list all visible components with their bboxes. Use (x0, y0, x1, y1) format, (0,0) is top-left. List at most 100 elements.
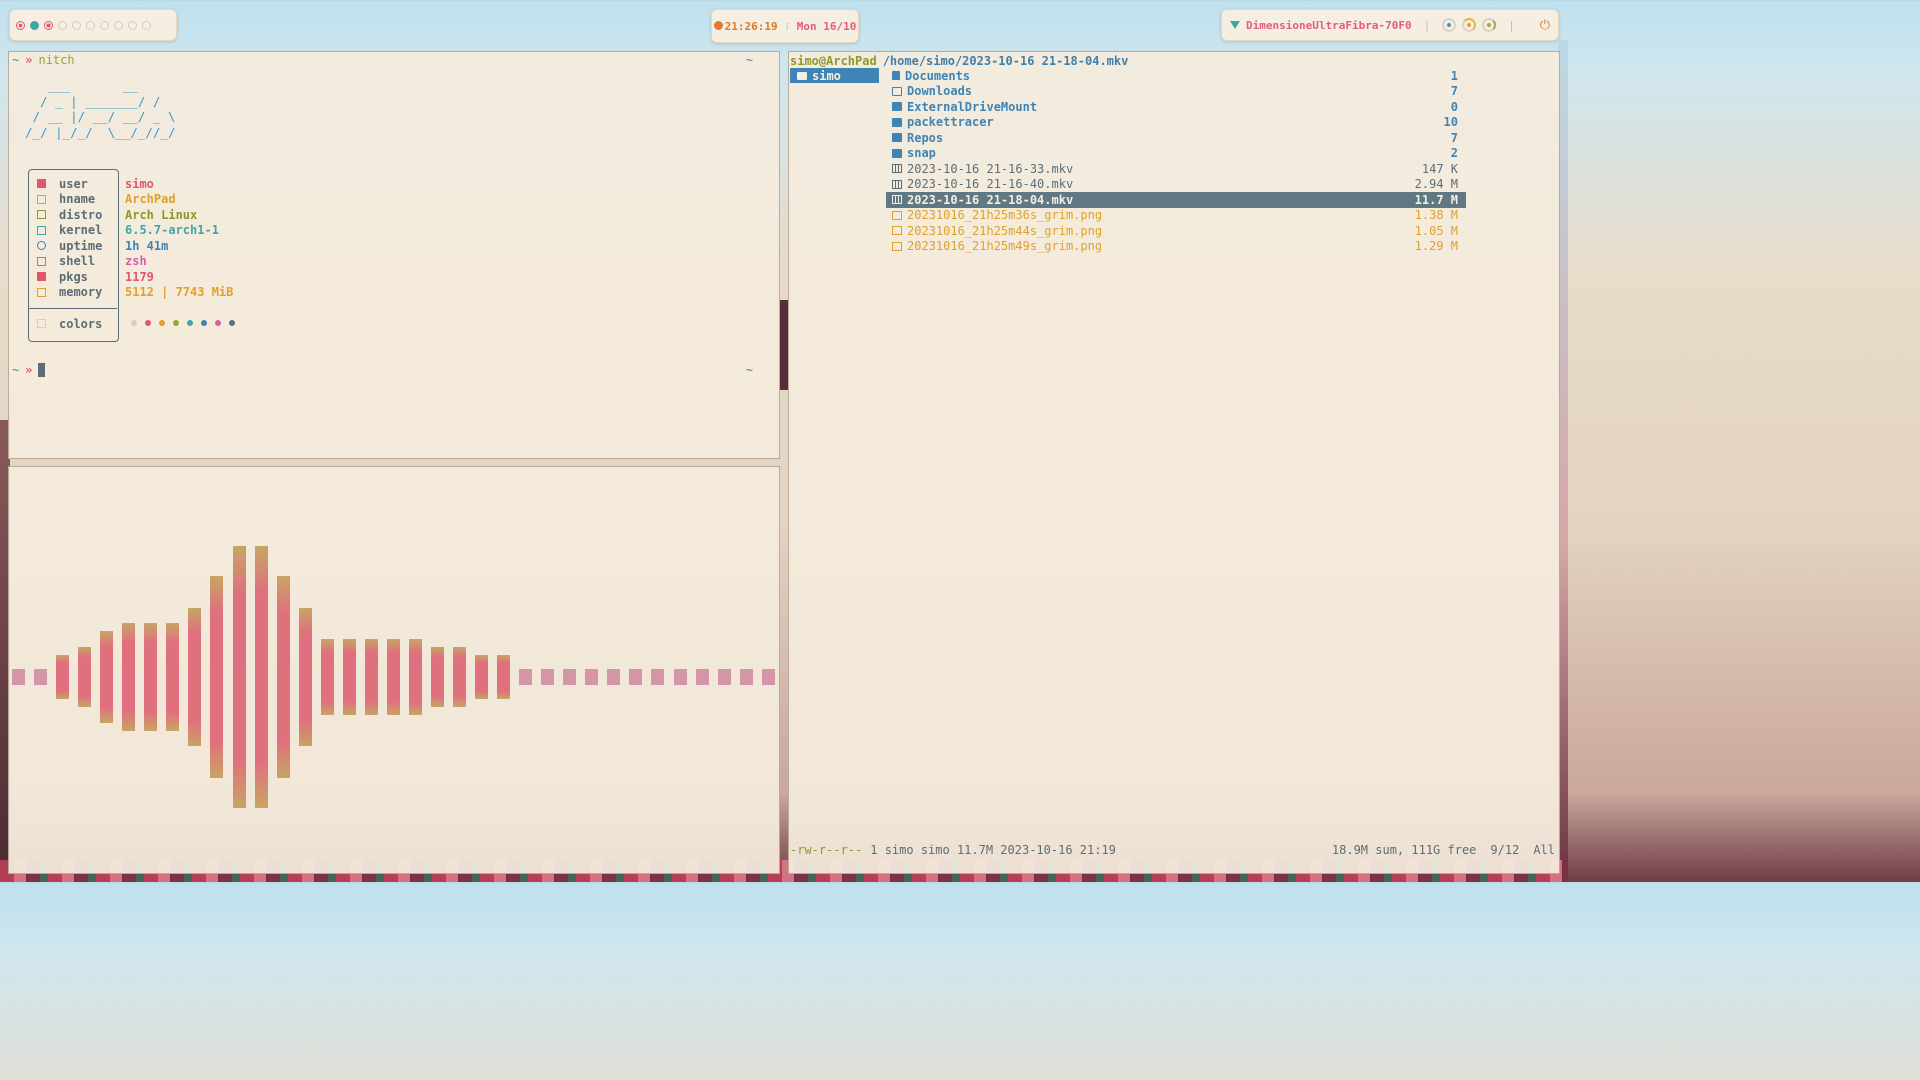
workspace-8-indicator[interactable] (114, 20, 123, 30)
visualizer-bar (739, 669, 753, 685)
file-row[interactable]: 2023-10-16 21-16-33.mkv 147 K (886, 161, 1466, 177)
network-ssid[interactable]: DimensioneUltraFibra-70F0 (1246, 19, 1412, 32)
visualizer-bar (651, 669, 665, 685)
tray-module: DimensioneUltraFibra-70F0 | | ⏻ (1221, 9, 1559, 41)
clock-date: Mon 16/10 (796, 19, 857, 33)
cpu-ring-icon[interactable] (1442, 18, 1457, 32)
image-icon (892, 226, 902, 236)
disk-ring-icon[interactable] (1482, 18, 1497, 32)
file-size: 2.94 M (1414, 177, 1458, 192)
prompt-tilde: ~ (12, 53, 20, 67)
visualizer-bar (100, 631, 114, 723)
visualizer-bar (342, 639, 356, 715)
workspace-6-indicator[interactable] (86, 20, 95, 30)
download-folder-icon (892, 86, 902, 96)
info-value-uptime: 1h 41m (125, 238, 169, 253)
file-name: 20231016_21h25m44s_grim.png (907, 223, 1103, 238)
visualizer-bar (210, 576, 224, 778)
workspace-9-indicator[interactable] (128, 20, 137, 30)
file-row[interactable]: ExternalDriveMount 0 (886, 99, 1466, 115)
document-folder-icon (892, 71, 900, 81)
file-size: 2 (1450, 146, 1458, 161)
visualizer-bar (276, 576, 290, 778)
visualizer-bar (453, 646, 466, 708)
folder-icon (892, 102, 902, 112)
file-row[interactable]: 20231016_21h25m49s_grim.png 1.29 M (886, 239, 1466, 255)
visualizer-bar (34, 669, 48, 685)
disk-summary: 18.9M sum, 111G free (1331, 843, 1477, 857)
file-size: 7 (1450, 130, 1458, 145)
info-key-hname: hname (59, 192, 96, 206)
terminal-window[interactable]: ~ » nitch ~ ___ __ / _ | _______/ / / __… (8, 51, 780, 459)
workspace-2-indicator[interactable] (30, 20, 39, 30)
workspace-7-indicator[interactable] (100, 20, 109, 30)
file-manager-window[interactable]: simo@ArchPad/home/simo/2023-10-16 21-18-… (788, 51, 1560, 874)
prompt-arrow: » (25, 53, 33, 67)
host-icon (37, 194, 46, 204)
workspace-4-indicator[interactable] (58, 20, 67, 30)
visualizer-bar (629, 669, 643, 685)
palette-icon (37, 319, 46, 328)
prompt-tilde: ~ (12, 363, 20, 377)
file-row[interactable]: Repos 7 (886, 130, 1466, 146)
visualizer-bar (144, 623, 158, 731)
info-row-colors: colors (37, 316, 125, 331)
file-name: packettracer (907, 115, 994, 130)
file-size: 1 (1450, 68, 1458, 83)
clock-icon (37, 241, 46, 250)
clock-module[interactable]: 21:26:19 ⁞ Mon 16/10 (711, 9, 859, 43)
info-row-hname: hname ArchPad (37, 192, 176, 207)
prompt-line: ~ » (12, 363, 46, 377)
memory-ring-icon[interactable] (1462, 18, 1477, 32)
workspace-5-indicator[interactable] (72, 20, 81, 30)
parent-dir-item[interactable]: simo (790, 68, 879, 83)
file-row[interactable]: snap 2 (886, 146, 1466, 162)
file-size: 0 (1450, 99, 1458, 114)
workspace-3-indicator[interactable] (44, 20, 53, 30)
color-swatch (187, 320, 193, 326)
visualizer-bar (607, 669, 621, 685)
right-prompt: ~ (745, 363, 753, 377)
wifi-icon (1230, 21, 1240, 29)
visualizer-bar (673, 669, 687, 685)
visualizer-bar (497, 654, 511, 700)
visualizer-bar (717, 669, 731, 685)
visualizer-bar (541, 669, 555, 685)
info-box-divider (28, 308, 117, 309)
clock-time: 21:26:19 (724, 19, 778, 33)
file-row[interactable]: 20231016_21h25m36s_grim.png 1.38 M (886, 208, 1466, 224)
workspace-10-indicator[interactable] (142, 20, 151, 30)
file-row[interactable]: packettracer 10 (886, 115, 1466, 131)
status-line: -rw-r--r-- 1 simo simo 11.7M 2023-10-16 … (790, 843, 1555, 857)
parent-directory-column: simo (790, 68, 879, 83)
file-row[interactable]: Downloads 7 (886, 84, 1466, 100)
file-name: Repos (907, 130, 944, 145)
info-value-hname: ArchPad (125, 192, 176, 206)
file-row[interactable]: 2023-10-16 21-18-04.mkv 11.7 M (886, 192, 1466, 208)
file-row[interactable]: Documents 1 (886, 68, 1466, 84)
image-icon (892, 241, 902, 251)
info-value-kernel: 6.5.7-arch1-1 (125, 223, 219, 237)
info-value-user: simo (125, 176, 154, 191)
file-row[interactable]: 2023-10-16 21-16-40.mkv 2.94 M (886, 177, 1466, 193)
file-name: 2023-10-16 21-18-04.mkv (907, 192, 1074, 207)
color-swatch (229, 320, 235, 326)
visualizer-bar (166, 623, 180, 731)
audio-visualizer-window[interactable] (8, 466, 780, 874)
right-prompt: ~ (745, 53, 753, 67)
scroll-indicator: All (1533, 843, 1555, 857)
parent-dir-name: simo (812, 68, 841, 83)
text-cursor[interactable] (38, 363, 46, 377)
visualizer-bar (298, 607, 312, 747)
film-icon (892, 179, 902, 189)
file-name: snap (907, 146, 936, 161)
file-row[interactable]: 20231016_21h25m44s_grim.png 1.05 M (886, 223, 1466, 239)
info-row-pkgs: pkgs 1179 (37, 269, 154, 284)
color-swatches (131, 320, 235, 326)
visualizer-bar (232, 546, 246, 808)
shell-icon (37, 256, 46, 266)
file-size: 10 (1443, 115, 1458, 130)
workspace-1-indicator[interactable] (16, 20, 25, 30)
info-row-memory: memory 5112 | 7743 MiB (37, 285, 233, 300)
power-icon[interactable]: ⏻ (1540, 18, 1550, 33)
